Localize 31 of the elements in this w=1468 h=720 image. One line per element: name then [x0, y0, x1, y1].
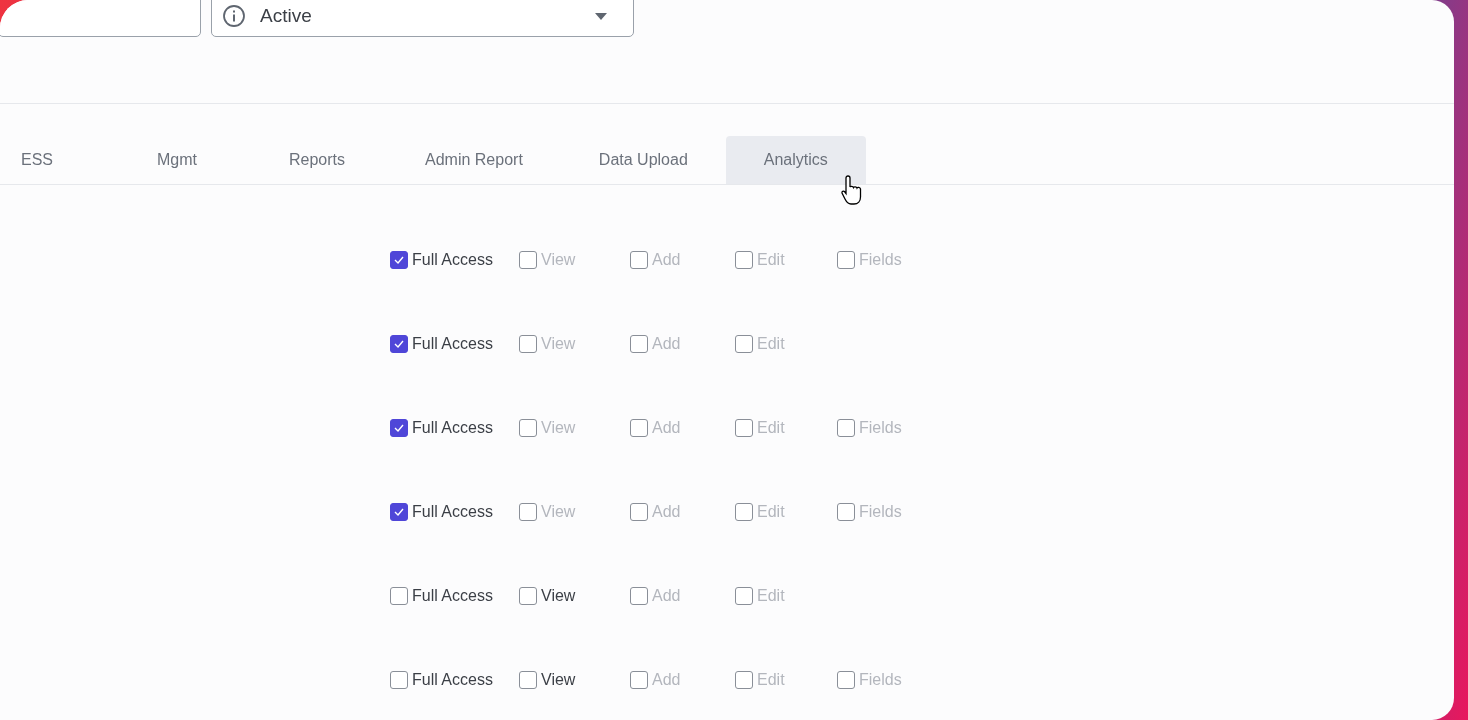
checkbox[interactable]	[519, 587, 537, 605]
input-field[interactable]	[0, 0, 201, 37]
permission-checkbox[interactable]: View	[519, 668, 630, 692]
permission-checkbox[interactable]: Full Access	[390, 416, 519, 440]
tab[interactable]: Data Upload	[560, 136, 726, 184]
tab[interactable]: Admin Report	[387, 136, 561, 184]
tab[interactable]: ESS	[0, 136, 107, 184]
tab[interactable]: Reports	[247, 136, 387, 184]
permission-checkbox[interactable]: Full Access	[390, 584, 519, 608]
caret-icon	[595, 13, 607, 20]
info-icon	[222, 4, 246, 28]
permission-checkbox[interactable]: Full Access	[390, 668, 519, 692]
permission-checkbox[interactable]: Full Access	[390, 248, 519, 272]
status-select[interactable]: Active	[211, 0, 634, 37]
checkmark-icon	[394, 256, 404, 264]
tab[interactable]: Analytics	[725, 136, 866, 184]
checkbox[interactable]	[390, 587, 408, 605]
permission-checkbox[interactable]: Full Access	[390, 500, 519, 524]
checkbox[interactable]	[390, 671, 408, 689]
checkbox[interactable]	[390, 419, 408, 437]
permission-checkbox[interactable]: Full Access	[390, 332, 519, 356]
checkmark-icon	[394, 340, 404, 348]
checkbox[interactable]	[390, 335, 408, 353]
pointer-cursor-icon	[840, 174, 864, 206]
checkmark-icon	[394, 508, 404, 516]
checkbox[interactable]	[519, 671, 537, 689]
permission-checkbox[interactable]: View	[519, 584, 630, 608]
tab[interactable]: Mgmt	[107, 136, 247, 184]
checkbox[interactable]	[390, 503, 408, 521]
checkmark-icon	[394, 424, 404, 432]
checkbox[interactable]	[390, 251, 408, 269]
